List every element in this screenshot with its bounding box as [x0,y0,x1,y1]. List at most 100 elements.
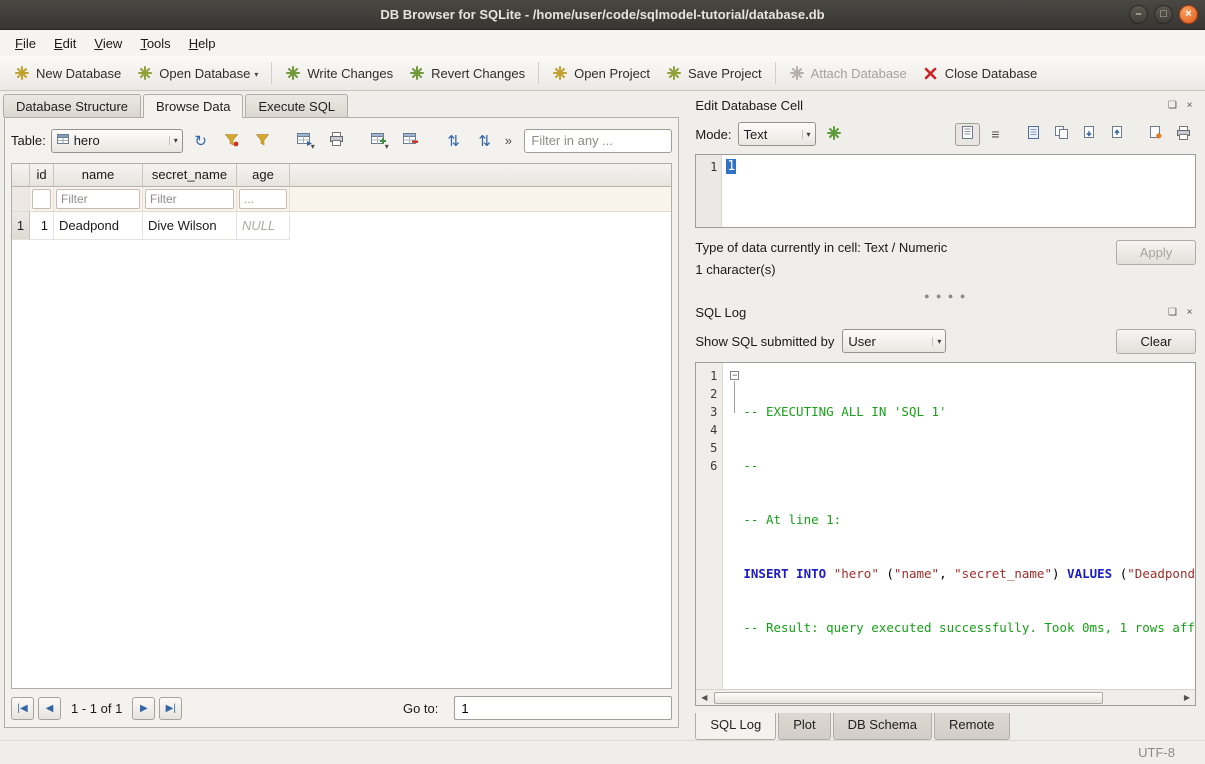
filter-age-cell [237,187,290,211]
tab-browse-data[interactable]: Browse Data [143,94,243,118]
tab-db-schema[interactable]: DB Schema [833,713,932,740]
next-record-button[interactable]: ▶ [132,697,155,720]
open-database-dropdown-icon[interactable]: ▾ [254,70,258,81]
minimize-icon[interactable]: – [1129,5,1148,24]
toolbar-overflow-icon[interactable]: » [503,133,514,148]
filter-options-button[interactable] [250,129,276,153]
attach-database-button[interactable]: Attach Database [781,59,915,87]
print-cell-button[interactable] [1171,123,1196,146]
copy-cell-data-button[interactable] [1049,123,1074,146]
insert-record-dropdown-icon[interactable]: ▾ [385,142,389,153]
tab-plot[interactable]: Plot [778,713,830,740]
delete-record-button[interactable] [398,129,424,153]
filter-icon [255,132,270,150]
goto-record-input[interactable] [454,696,672,720]
sort-ascending-button[interactable]: ⇅ [441,129,467,153]
cell-age[interactable]: NULL [237,212,290,240]
save-project-button[interactable]: Save Project [658,59,770,87]
refresh-button[interactable]: ↻ [188,129,214,153]
clear-log-button[interactable]: Clear [1116,329,1196,354]
revert-changes-label: Revert Changes [431,66,525,81]
save-results-dropdown-icon[interactable]: ▾ [311,142,315,153]
word-wrap-button[interactable]: ≡ [983,123,1008,146]
new-database-button[interactable]: New Database [6,59,129,87]
open-project-button[interactable]: Open Project [544,59,658,87]
editor-content[interactable]: 1 [722,155,1195,227]
apply-button[interactable]: Apply [1116,240,1196,265]
maximize-icon[interactable]: □ [1154,5,1173,24]
close-database-button[interactable]: Close Database [915,59,1046,87]
close-dock-icon[interactable]: × [1183,99,1196,112]
tab-remote[interactable]: Remote [934,713,1010,740]
close-dock-icon[interactable]: × [1183,306,1196,319]
row-number[interactable]: 1 [12,212,30,240]
save-project-icon [666,65,682,81]
column-header-name[interactable]: name [54,164,143,187]
fold-marker-icon[interactable]: − [730,371,739,380]
save-results-button[interactable]: ▾ [293,129,319,153]
left-panel: Database Structure Browse Data Execute S… [0,91,685,740]
cell-id[interactable]: 1 [30,212,54,240]
sql-log-content[interactable]: 1 2 3 4 5 6 -- EXECUTING ALL IN 'SQL 1' … [696,363,1195,689]
column-header-age[interactable]: age [237,164,290,187]
tab-sql-log[interactable]: SQL Log [695,713,776,740]
menu-view[interactable]: View [85,32,131,55]
grid-corner[interactable] [12,164,30,187]
scrollbar-thumb[interactable] [714,692,1103,704]
revert-changes-button[interactable]: Revert Changes [401,59,533,87]
filter-any-column-input[interactable] [524,129,672,153]
dock-splitter-handle[interactable]: ● ● ● ● [695,290,1196,302]
text-mode-button[interactable] [955,123,980,146]
menu-tools[interactable]: Tools [131,32,179,55]
previous-record-button[interactable]: ◀ [38,697,61,720]
new-cell-data-button[interactable] [1021,123,1046,146]
main-tab-bar: Database Structure Browse Data Execute S… [0,91,685,117]
menu-file[interactable]: File [6,32,45,55]
sql-source-select[interactable]: User ▾ [842,329,946,353]
print-button[interactable] [324,129,350,153]
insert-record-button[interactable]: ▾ [367,129,393,153]
filter-age-input[interactable] [239,189,287,209]
menu-edit[interactable]: Edit [45,32,85,55]
tab-database-structure[interactable]: Database Structure [3,94,141,117]
first-record-button[interactable]: |◀ [11,697,34,720]
clear-filters-button[interactable] [219,129,245,153]
open-project-icon [552,65,568,81]
scroll-right-icon[interactable]: ▶ [1179,690,1195,705]
mode-select[interactable]: Text ▾ [738,122,816,146]
menu-help[interactable]: Help [180,32,225,55]
line-number: 5 [696,439,717,457]
last-record-icon: ▶| [166,703,176,714]
horizontal-scrollbar[interactable]: ◀ ▶ [696,689,1195,705]
goto-button[interactable]: Go to: [391,697,450,720]
scroll-left-icon[interactable]: ◀ [696,690,712,705]
cell-editor[interactable]: 1 1 [695,154,1196,228]
record-range-label: 1 - 1 of 1 [71,701,122,716]
write-changes-button[interactable]: Write Changes [277,59,401,87]
cell-name[interactable]: Deadpond [54,212,143,240]
float-dock-icon[interactable]: ❑ [1166,306,1179,319]
float-dock-icon[interactable]: ❑ [1166,99,1179,112]
column-header-id[interactable]: id [30,164,54,187]
import-cell-data-button[interactable] [1077,123,1102,146]
save-as-button[interactable] [1143,123,1168,146]
cell-secret-name[interactable]: Dive Wilson [143,212,237,240]
filter-secret-name-input[interactable] [145,189,234,209]
filter-id-cell [30,187,54,211]
close-database-label: Close Database [945,66,1038,81]
table-select[interactable]: hero ▾ [51,129,183,153]
filter-id-input[interactable] [32,189,51,209]
column-header-secret-name[interactable]: secret_name [143,164,237,187]
encoding-label[interactable]: UTF-8 [1138,745,1175,760]
close-icon[interactable]: × [1179,5,1198,24]
align-lines-icon: ≡ [991,126,999,142]
import-data-button[interactable] [822,123,847,146]
sort-descending-button[interactable]: ⇅ [472,129,498,153]
sql-log-line: -- Result: query executed successfully. … [743,619,1195,637]
tab-execute-sql[interactable]: Execute SQL [245,94,348,117]
refresh-icon: ↻ [194,132,207,150]
open-database-button[interactable]: Open Database ▾ [129,59,266,87]
filter-name-input[interactable] [56,189,140,209]
last-record-button[interactable]: ▶| [159,697,182,720]
export-cell-data-button[interactable] [1105,123,1130,146]
